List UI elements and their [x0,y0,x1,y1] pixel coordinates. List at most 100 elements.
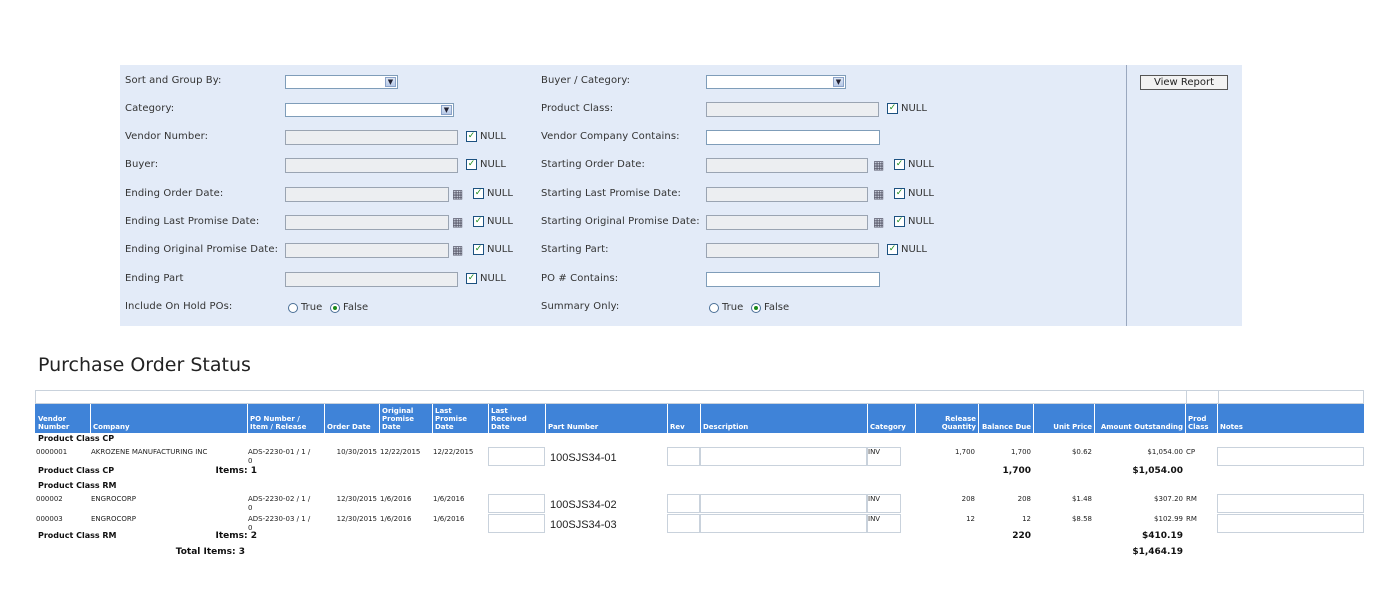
param-text-input[interactable] [706,272,880,287]
param-input-disabled [285,130,458,145]
cell-amount: $102.99 [1154,515,1183,523]
column-header[interactable]: Notes [1218,404,1365,433]
cell-vendor: 0000001 [36,448,68,456]
null-checkbox[interactable]: ✓ [894,188,905,199]
param-input-disabled [285,215,449,230]
calendar-icon[interactable]: ▦ [452,216,466,228]
null-label: NULL [487,188,513,199]
calendar-icon[interactable]: ▦ [452,244,466,256]
param-label: Starting Part: [541,244,609,255]
calendar-icon[interactable]: ▦ [452,188,466,200]
param-text-input[interactable] [706,130,880,145]
radio-true[interactable] [709,303,719,313]
cell-unit-price: $1.48 [1071,495,1092,503]
column-header[interactable]: Original Promise Date [380,404,433,433]
radio-true[interactable] [288,303,298,313]
cell-last-promise: 1/6/2016 [433,515,465,523]
null-label: NULL [487,216,513,227]
cell-release-qty: 208 [961,495,975,503]
column-header[interactable]: Category [868,404,916,433]
null-checkbox[interactable]: ✓ [887,103,898,114]
column-header[interactable]: Order Date [325,404,380,433]
null-checkbox[interactable]: ✓ [894,216,905,227]
null-checkbox[interactable]: ✓ [466,159,477,170]
total-items: Total Items: 3 [175,547,245,557]
radio-true-label: True [301,302,323,313]
calendar-icon[interactable]: ▦ [873,216,887,228]
param-select[interactable]: ▼ [285,75,398,89]
cell-box [700,514,867,533]
view-report-button[interactable]: View Report [1140,75,1228,90]
param-label: Starting Order Date: [541,159,645,170]
null-checkbox[interactable]: ✓ [887,244,898,255]
param-select[interactable]: ▼ [285,103,454,117]
column-header[interactable]: Vendor Number [36,404,91,433]
calendar-icon[interactable]: ▦ [873,159,887,171]
cell-box [667,447,700,466]
param-input-disabled [706,187,868,202]
param-label: Ending Last Promise Date: [125,216,260,227]
report-table-header: Vendor Number Company PO Number / Item / R… [35,404,1365,433]
radio-false[interactable] [751,303,761,313]
param-input-disabled [285,187,449,202]
column-header[interactable]: Last Received Date [489,404,546,433]
null-checkbox[interactable]: ✓ [473,188,484,199]
param-input-disabled [706,243,879,258]
column-header[interactable]: Part Number [546,404,668,433]
null-checkbox[interactable]: ✓ [473,216,484,227]
cell-po: ADS-2230-02 / 1 / [248,495,311,503]
column-header[interactable]: PO Number / Item / Release [248,404,325,433]
cell-part-number[interactable]: 100SJS34-03 [550,519,617,531]
param-label: Ending Part [125,273,184,284]
grand-total: $1,464.19 [1132,547,1183,557]
cell-vendor: 000003 [36,515,63,523]
cell-box [1217,447,1364,466]
radio-true-label: True [722,302,744,313]
column-header[interactable]: Prod Class [1186,404,1218,433]
column-header[interactable]: Company [91,404,248,433]
param-input-disabled [285,243,449,258]
column-header[interactable]: Amount Outstanding [1095,404,1186,433]
cell-part-number[interactable]: 100SJS34-02 [550,499,617,511]
cell-last-promise: 1/6/2016 [433,495,465,503]
param-select[interactable]: ▼ [706,75,846,89]
param-label: Buyer: [125,159,159,170]
cell-part-number[interactable]: 100SJS34-01 [550,452,617,464]
param-label: Ending Original Promise Date: [125,244,279,255]
cell-po-tail: 0 [248,457,253,465]
radio-false[interactable] [330,303,340,313]
column-header[interactable]: Description [701,404,868,433]
param-label: Include On Hold POs: [125,301,233,312]
param-input-disabled [706,102,879,117]
group-item-count: Items: 1 [215,466,257,476]
cell-last-promise: 12/22/2015 [433,448,474,456]
cell-box [1217,514,1364,533]
column-header[interactable]: Balance Due [979,404,1034,433]
column-header[interactable]: Last Promise Date [433,404,489,433]
column-header[interactable]: Unit Price [1034,404,1095,433]
null-checkbox[interactable]: ✓ [466,131,477,142]
panel-divider [1126,65,1127,326]
chevron-down-icon[interactable]: ▼ [833,77,844,87]
cell-balance-due: 208 [1017,495,1031,503]
group-balance-total: 220 [1012,531,1031,541]
group-header: Product Class RM [38,481,117,490]
group-footer-label: Product Class CP [38,466,115,475]
null-checkbox[interactable]: ✓ [473,244,484,255]
column-header[interactable]: Rev [668,404,701,433]
param-label: Vendor Company Contains: [541,131,680,142]
radio-false-label: False [343,302,369,313]
null-checkbox[interactable]: ✓ [466,273,477,284]
cell-box [667,494,700,513]
column-header[interactable]: Release Quantity [916,404,979,433]
chevron-down-icon[interactable]: ▼ [385,77,396,87]
group-item-count: Items: 2 [215,531,257,541]
param-input-disabled [706,158,868,173]
param-label: Category: [125,103,175,114]
chevron-down-icon[interactable]: ▼ [441,105,452,115]
cell-orig-promise: 12/22/2015 [380,448,421,456]
cell-box [488,514,545,533]
calendar-icon[interactable]: ▦ [873,188,887,200]
param-label: Sort and Group By: [125,75,222,86]
null-checkbox[interactable]: ✓ [894,159,905,170]
